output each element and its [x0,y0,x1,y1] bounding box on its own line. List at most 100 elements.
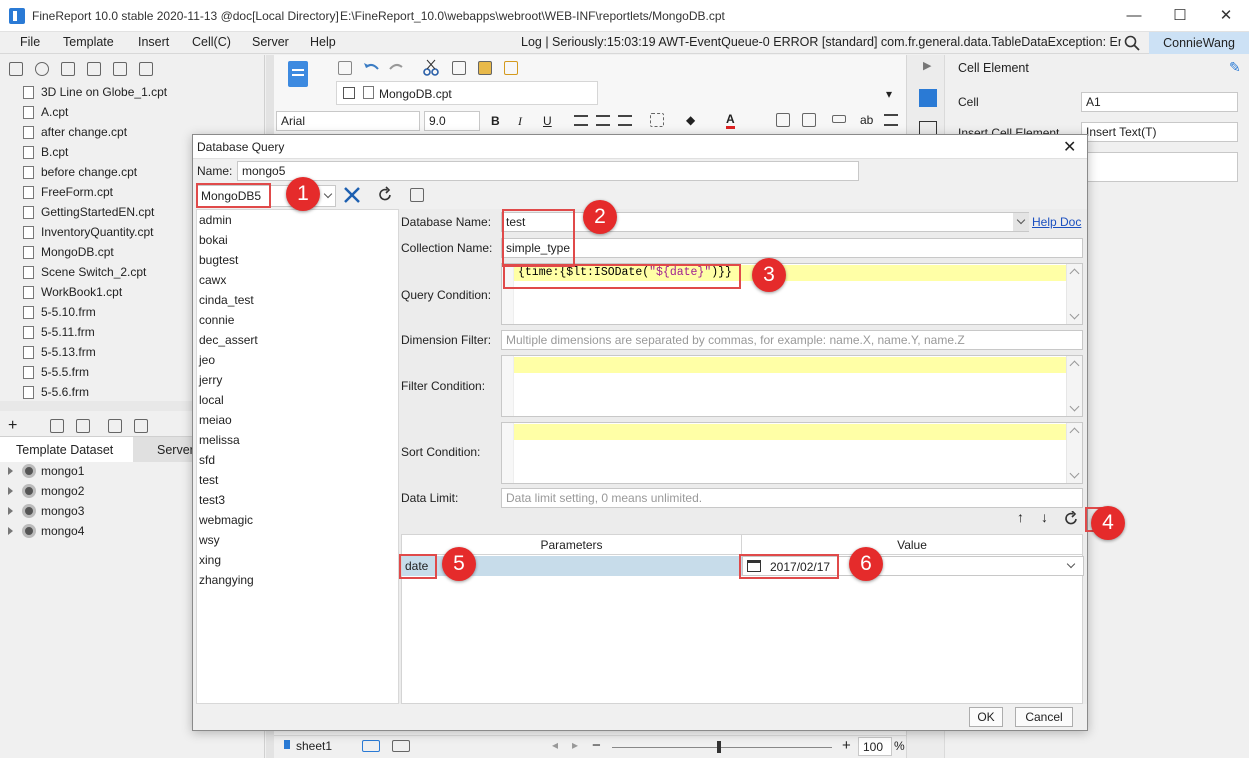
ok-button[interactable]: OK [969,707,1003,727]
database-item[interactable]: meiao [199,410,232,430]
text-icon[interactable]: ab [860,113,873,127]
undo-icon[interactable] [362,60,380,76]
param-dropdown-icon[interactable] [1066,559,1076,569]
font-select[interactable]: Arial [276,111,420,131]
add-form-sheet-icon[interactable] [392,740,410,752]
expand-icon[interactable] [8,467,13,475]
database-name-select[interactable]: test [501,212,1029,232]
zoom-input[interactable]: 100 [858,737,892,756]
database-item[interactable]: test3 [199,490,225,510]
log-message[interactable]: Log | Seriously:15:03:19 AWT-EventQueue-… [521,35,1121,49]
zoom-slider[interactable] [612,747,832,748]
wrap-icon[interactable] [884,114,898,126]
sheet-tab[interactable]: sheet1 [296,739,332,753]
database-item[interactable]: melissa [199,430,240,450]
align-right-icon[interactable] [618,115,632,126]
cut-icon[interactable] [422,59,440,77]
align-center-icon[interactable] [596,115,610,126]
help-doc-link[interactable]: Help Doc [1032,215,1081,229]
user-account[interactable]: ConnieWang [1149,32,1249,54]
menu-server[interactable]: Server [252,35,289,49]
insert-field-icon[interactable] [832,115,846,123]
database-item[interactable]: webmagic [199,510,253,530]
underline-icon[interactable]: U [543,114,552,128]
database-item[interactable]: jeo [199,350,215,370]
move-up-icon[interactable]: ↑ [1017,509,1024,525]
maximize-button[interactable]: ☐ [1157,0,1203,32]
preview-icon[interactable] [108,419,122,433]
menu-file[interactable]: File [20,35,40,49]
search-icon[interactable] [1124,35,1140,51]
database-item[interactable]: zhangying [199,570,254,590]
zoom-out-icon[interactable]: − [592,737,601,754]
database-item[interactable]: cinda_test [199,290,254,310]
add-dataset-icon[interactable]: + [8,417,17,435]
dialog-close-button[interactable]: ✕ [1063,137,1076,157]
dimension-filter-input[interactable]: Multiple dimensions are separated by com… [501,330,1083,350]
database-item[interactable]: xing [199,550,221,570]
fill-color-icon[interactable]: ◆ [686,113,700,127]
cell-element-icon[interactable] [919,89,937,107]
close-window-button[interactable]: ✕ [1203,0,1249,32]
edit-icon[interactable] [50,419,64,433]
copy-cell-icon[interactable] [452,61,466,75]
italic-icon[interactable]: I [518,114,522,129]
collection-name-input[interactable]: simple_type [501,238,1083,258]
database-item[interactable]: connie [199,310,234,330]
next-sheet-icon[interactable]: ▸ [572,738,578,752]
delete-dataset-icon[interactable] [76,419,90,433]
copy-icon[interactable] [139,62,153,76]
font-color-icon[interactable]: A [726,112,735,129]
minimize-button[interactable]: — [1111,0,1157,32]
edit-connection-icon[interactable] [343,186,361,204]
database-item[interactable]: test [199,470,218,490]
database-item[interactable]: local [199,390,224,410]
expand-icon[interactable] [8,527,13,535]
move-down-icon[interactable]: ↓ [1041,509,1048,525]
paste-icon[interactable] [478,61,492,75]
tab-menu-icon[interactable]: ▾ [886,87,892,101]
menu-insert[interactable]: Insert [138,35,169,49]
border-icon[interactable] [650,113,664,127]
expand-icon[interactable] [8,487,13,495]
refresh-icon[interactable] [35,62,49,76]
database-item[interactable]: wsy [199,530,220,550]
font-size-select[interactable]: 9.0 [424,111,480,131]
preview-data-icon[interactable] [410,188,424,202]
save-icon[interactable] [338,61,352,75]
database-item[interactable]: bokai [199,230,228,250]
zoom-in-icon[interactable]: + [842,737,851,754]
cell-input[interactable]: A1 [1081,92,1238,112]
tab-template-dataset[interactable]: Template Dataset [0,436,133,462]
filter-condition-editor[interactable] [501,355,1083,417]
new-folder-icon[interactable] [9,62,23,76]
menu-template[interactable]: Template [63,35,114,49]
sort-condition-editor[interactable] [501,422,1083,484]
format-painter-icon[interactable] [504,61,518,75]
collapse-icon[interactable]: ▶ [923,59,931,72]
merge-icon[interactable] [776,113,790,127]
delete-icon[interactable] [113,62,127,76]
redo-icon[interactable] [388,60,406,76]
dataset-settings-icon[interactable] [134,419,148,433]
name-input[interactable]: mongo5 [237,161,859,181]
cell-content-field[interactable] [1081,152,1238,182]
refresh-params-icon[interactable] [1063,511,1079,527]
expand-icon[interactable] [8,507,13,515]
cancel-button[interactable]: Cancel [1015,707,1073,727]
tab-mongodb[interactable]: MongoDB.cpt [336,81,598,105]
bold-icon[interactable]: B [491,114,500,128]
database-item[interactable]: admin [199,210,232,230]
tab-server-dataset[interactable]: Server [133,436,194,462]
add-sheet-icon[interactable] [362,740,380,752]
insert-cell-select[interactable]: Insert Text(T) [1081,122,1238,142]
template-icon[interactable] [61,62,75,76]
database-item[interactable]: dec_assert [199,330,258,350]
panel-edit-icon[interactable]: ✎ [1229,59,1241,76]
prev-sheet-icon[interactable]: ◂ [552,738,558,752]
menu-cell[interactable]: Cell(C) [192,35,231,49]
database-item[interactable]: jerry [199,370,222,390]
database-item[interactable]: bugtest [199,250,238,270]
data-limit-input[interactable]: Data limit setting, 0 means unlimited. [501,488,1083,508]
zoom-thumb[interactable] [717,741,721,753]
